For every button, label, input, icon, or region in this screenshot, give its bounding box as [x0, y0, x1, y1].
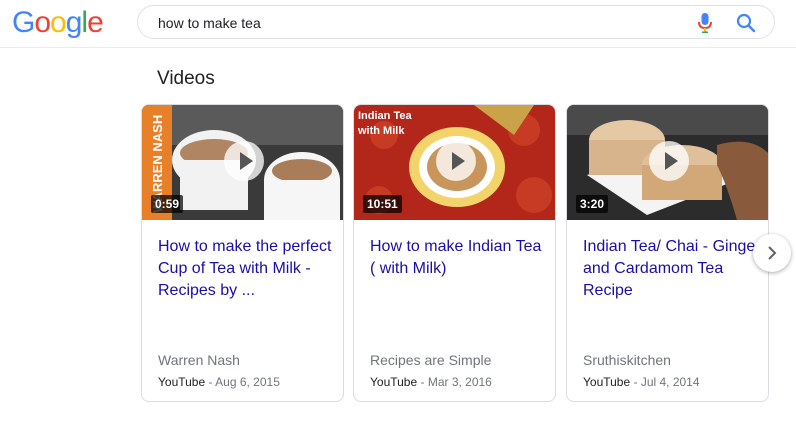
- play-icon[interactable]: [436, 141, 476, 181]
- play-icon[interactable]: [224, 141, 264, 181]
- play-icon[interactable]: [649, 141, 689, 181]
- carousel-next-button[interactable]: [753, 234, 791, 272]
- video-date: - Mar 3, 2016: [417, 375, 492, 389]
- video-source: YouTube: [583, 375, 631, 389]
- search-input[interactable]: [158, 13, 678, 33]
- video-date: - Aug 6, 2015: [205, 375, 280, 389]
- google-logo[interactable]: Google: [12, 6, 104, 40]
- video-card[interactable]: Indian Tea with Milk 10:51 How to make I…: [353, 104, 556, 402]
- logo-letter: o: [34, 6, 51, 39]
- video-meta: YouTube - Aug 6, 2015: [158, 375, 280, 389]
- video-card[interactable]: WARREN NASH 0:59 How to make the perfect…: [141, 104, 344, 402]
- video-thumbnail[interactable]: 3:20: [567, 105, 768, 220]
- video-title-link[interactable]: How to make the perfect Cup of Tea with …: [158, 236, 336, 302]
- video-meta: YouTube - Jul 4, 2014: [583, 375, 700, 389]
- video-thumbnail[interactable]: WARREN NASH 0:59: [142, 105, 343, 220]
- search-icon[interactable]: [735, 12, 757, 34]
- video-title-link[interactable]: Indian Tea/ Chai - Ginger and Cardamom T…: [583, 236, 761, 302]
- thumb-caption: Indian Tea: [358, 110, 412, 122]
- video-channel: Recipes are Simple: [370, 352, 492, 368]
- thumb-caption: with Milk: [357, 125, 405, 137]
- videos-heading: Videos: [157, 68, 215, 89]
- video-duration: 10:51: [363, 195, 402, 213]
- video-channel: Warren Nash: [158, 352, 240, 368]
- video-source: YouTube: [158, 375, 206, 389]
- video-thumbnail[interactable]: Indian Tea with Milk 10:51: [354, 105, 555, 220]
- video-meta: YouTube - Mar 3, 2016: [370, 375, 492, 389]
- logo-letter: g: [65, 6, 83, 39]
- video-title-link[interactable]: How to make Indian Tea ( with Milk): [370, 236, 548, 280]
- microphone-icon[interactable]: [695, 12, 715, 34]
- logo-letter: e: [87, 6, 104, 39]
- search-header: Google: [0, 0, 796, 48]
- video-card[interactable]: 3:20 Indian Tea/ Chai - Ginger and Carda…: [566, 104, 769, 402]
- search-box[interactable]: [137, 5, 775, 39]
- chevron-right-icon: [768, 246, 777, 260]
- logo-letter: G: [12, 6, 35, 39]
- video-duration: 0:59: [151, 195, 184, 213]
- video-channel: Sruthiskitchen: [583, 352, 671, 368]
- video-duration: 3:20: [576, 195, 609, 213]
- video-date: - Jul 4, 2014: [630, 375, 700, 389]
- video-source: YouTube: [370, 375, 418, 389]
- logo-letter: o: [50, 6, 67, 39]
